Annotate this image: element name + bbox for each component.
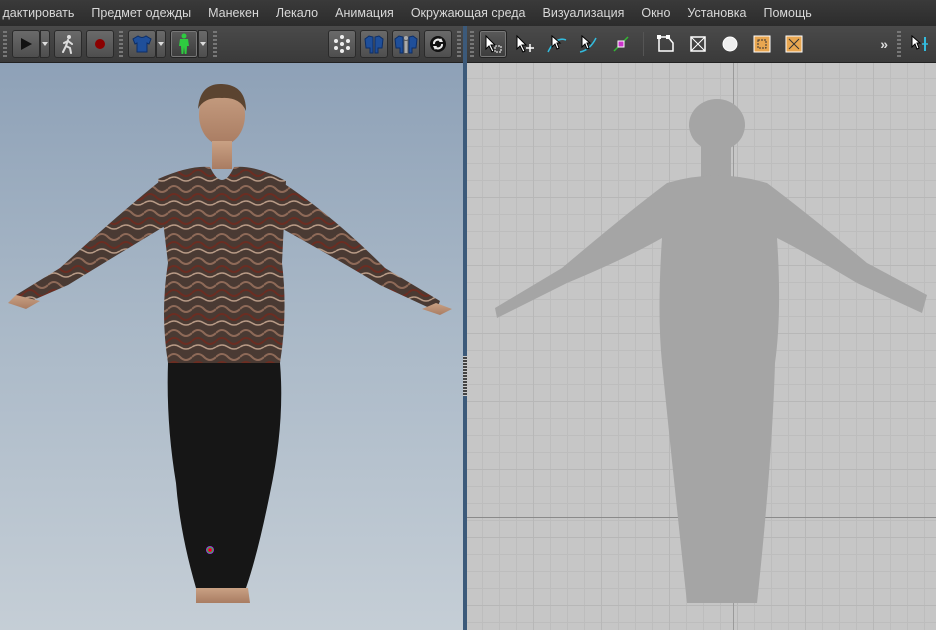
toolbar-grip[interactable] [470,31,474,57]
refresh-icon [430,36,446,52]
menu-settings[interactable]: Установка [679,0,755,26]
menu-bar: дактировать Предмет одежды Манекен Лекал… [0,0,936,26]
polygon-button[interactable] [652,30,680,58]
menu-avatar[interactable]: Манекен [200,0,268,26]
toolbar-grip[interactable] [897,31,901,57]
add-point-icon [613,36,629,52]
garment-icon [364,35,384,54]
avatar-2d-silhouette [495,99,927,603]
garment-avatar-icon [394,35,418,54]
circle-button[interactable] [716,30,744,58]
menu-edit[interactable]: дактировать [0,0,83,26]
internal-rect-button[interactable] [748,30,776,58]
avatar-icon [179,33,189,54]
viewport-3d[interactable] [0,63,463,630]
garment-avatar-button[interactable] [392,30,420,58]
rectangle-button[interactable] [684,30,712,58]
menu-environment[interactable]: Окружающая среда [402,0,534,26]
menu-window[interactable]: Окно [633,0,679,26]
avatar-button[interactable] [170,30,198,58]
toolbar-grip[interactable] [213,31,217,57]
select-transform-icon [516,34,534,53]
points-icon [334,35,350,53]
record-icon [95,39,105,49]
menu-render[interactable]: Визуализация [534,0,633,26]
toolbar-3d [0,26,464,63]
toolbar-2d: » [467,26,936,63]
select-icon [485,34,502,53]
garment-view-button[interactable] [360,30,388,58]
garment-button[interactable] [128,30,156,58]
avatar-dropdown[interactable] [198,30,208,58]
rectangle-icon [690,36,706,52]
circle-icon [722,36,738,52]
play-button[interactable] [12,30,40,58]
menu-garment[interactable]: Предмет одежды [83,0,200,26]
select-transform-button[interactable] [511,30,539,58]
walk-icon [62,35,73,54]
garment-dropdown[interactable] [156,30,166,58]
edit-curve-button[interactable] [543,30,571,58]
select-button[interactable] [479,30,507,58]
edit-point-button[interactable] [575,30,603,58]
polygon-icon [657,35,674,52]
edit-point-icon [579,34,597,53]
toolbar-overflow-button[interactable]: » [880,36,888,52]
internal-rect-icon [753,35,771,53]
refresh-button[interactable] [424,30,452,58]
menu-pattern[interactable]: Лекало [267,0,326,26]
play-dropdown[interactable] [40,30,50,58]
menu-animation[interactable]: Анимация [327,0,403,26]
edit-curve-icon [547,34,567,53]
shirt-icon [132,35,152,53]
internal-rect-x-icon [785,35,803,53]
segment-tool-button[interactable] [906,30,934,58]
avatar-3d-figure [8,83,452,603]
avatar-point-marker[interactable] [206,546,214,554]
menu-help[interactable]: Помощь [755,0,820,26]
add-point-button[interactable] [607,30,635,58]
record-button[interactable] [86,30,114,58]
toolbar-grip[interactable] [3,31,7,57]
toolbar-grip[interactable] [457,31,461,57]
viewport-2d[interactable] [467,63,936,630]
play-icon [21,38,32,50]
internal-rect-x-button[interactable] [780,30,808,58]
toolbar-grip[interactable] [119,31,123,57]
walk-button[interactable] [54,30,82,58]
segment-tool-icon [911,34,928,51]
points-button[interactable] [328,30,356,58]
